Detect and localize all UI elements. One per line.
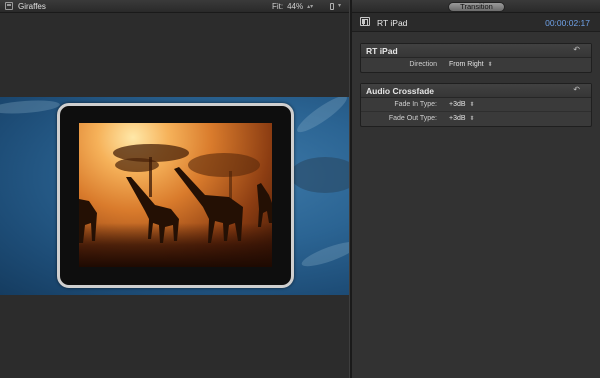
- section-header[interactable]: Audio Crossfade ↶: [361, 84, 591, 98]
- inspector-header: RT iPad 00:00:02:17: [352, 13, 600, 32]
- giraffes-silhouette-image: [79, 144, 272, 243]
- reset-arrow-icon[interactable]: ↶: [573, 45, 580, 54]
- background-shark-image: [299, 237, 349, 271]
- fade-in-popup[interactable]: +3dB ⬍: [449, 101, 475, 108]
- popup-arrows-icon: ⬍: [469, 116, 475, 122]
- ipad-frame: [57, 103, 294, 288]
- video-frame: [0, 97, 349, 295]
- param-row-direction: Direction From Right ⬍: [361, 58, 591, 72]
- section-title: Audio Crossfade: [366, 86, 435, 96]
- param-label: Direction: [409, 61, 437, 68]
- param-row-fade-in: Fade In Type: +3dB ⬍: [361, 98, 591, 112]
- background-shark-image: [293, 97, 349, 137]
- zoom-control[interactable]: Fit: 44% ▴▾: [272, 2, 313, 11]
- param-label: Fade Out Type:: [388, 115, 437, 122]
- inspector-tab-bar: Transition: [352, 0, 600, 13]
- param-label: Fade In Type:: [394, 101, 437, 108]
- fit-label: Fit:: [272, 2, 284, 11]
- tab-transition[interactable]: Transition: [448, 2, 505, 12]
- section-title: RT iPad: [366, 46, 398, 56]
- param-value: +3dB: [449, 115, 466, 122]
- view-options-icon[interactable]: [330, 3, 334, 10]
- zoom-value[interactable]: 44%: [287, 2, 303, 11]
- view-options-chevron-icon[interactable]: ▾: [338, 2, 341, 9]
- param-value: From Right: [449, 61, 484, 68]
- viewer-pane: Giraffes Fit: 44% ▴▾ ▾: [0, 0, 349, 378]
- section-header[interactable]: RT iPad ↶: [361, 44, 591, 58]
- zoom-popup-arrows-icon[interactable]: ▴▾: [307, 3, 313, 10]
- fade-out-popup[interactable]: +3dB ⬍: [449, 115, 475, 122]
- section-rt-ipad: RT iPad ↶ Direction From Right ⬍: [360, 43, 592, 73]
- ipad-screen-image: [79, 123, 272, 267]
- reset-arrow-icon[interactable]: ↶: [573, 85, 580, 94]
- direction-popup[interactable]: From Right ⬍: [449, 61, 493, 68]
- viewer-header: Giraffes Fit: 44% ▴▾ ▾: [0, 0, 349, 13]
- inspector-pane: Transition RT iPad 00:00:02:17 RT iPad ↶…: [352, 0, 600, 378]
- section-audio-crossfade: Audio Crossfade ↶ Fade In Type: +3dB ⬍ Fa…: [360, 83, 592, 127]
- inspector-title: RT iPad: [377, 18, 408, 28]
- clip-icon: [5, 2, 13, 10]
- param-value: +3dB: [449, 101, 466, 108]
- transition-icon: [360, 17, 370, 26]
- clip-name: Giraffes: [18, 1, 46, 11]
- background-shark-image: [290, 157, 349, 193]
- transition-duration-timecode[interactable]: 00:00:02:17: [545, 18, 590, 28]
- popup-arrows-icon: ⬍: [487, 62, 493, 68]
- param-row-fade-out: Fade Out Type: +3dB ⬍: [361, 112, 591, 126]
- background-shark-image: [0, 98, 61, 116]
- popup-arrows-icon: ⬍: [469, 102, 475, 108]
